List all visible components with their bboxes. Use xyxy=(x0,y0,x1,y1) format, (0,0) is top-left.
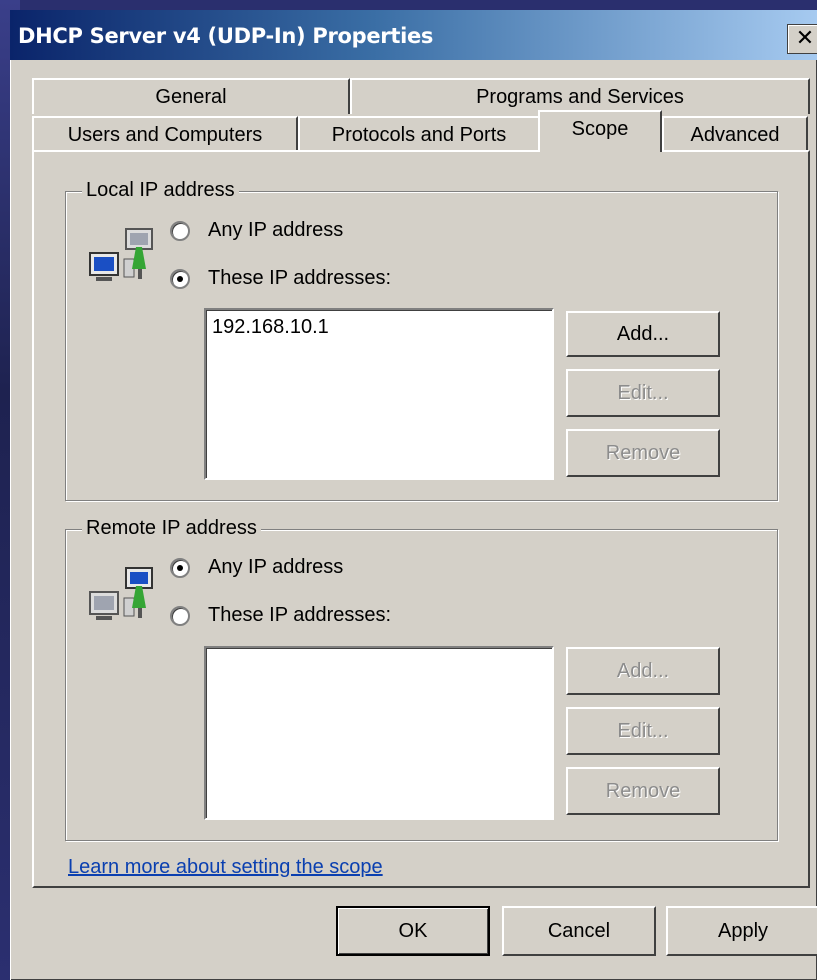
button-label: Edit... xyxy=(617,381,669,404)
button-label: Remove xyxy=(605,441,681,464)
local-add-button[interactable]: Add... xyxy=(566,311,720,357)
remote-ip-list[interactable] xyxy=(204,646,554,820)
tab-advanced[interactable]: Advanced xyxy=(662,116,808,152)
local-edit-button[interactable]: Edit... xyxy=(566,369,720,417)
button-label: Add... xyxy=(616,322,670,345)
remote-remove-button[interactable]: Remove xyxy=(566,767,720,815)
list-item[interactable]: 192.168.10.1 xyxy=(206,310,552,339)
tab-general[interactable]: General xyxy=(32,78,350,114)
window-title: DHCP Server v4 (UDP-In) Properties xyxy=(18,24,434,48)
tab-programs-and-services[interactable]: Programs and Services xyxy=(350,78,810,114)
close-button[interactable]: ✕ xyxy=(787,24,817,54)
tab-label: Protocols and Ports xyxy=(331,123,507,146)
radio-button[interactable] xyxy=(170,268,190,289)
tab-label: Advanced xyxy=(690,123,780,146)
radio-button[interactable] xyxy=(170,220,190,241)
network-computers-icon xyxy=(89,567,153,620)
radio-label: Any IP address xyxy=(208,556,344,578)
local-any-ip-radio[interactable]: Any IP address xyxy=(170,219,343,242)
remote-any-ip-radio[interactable]: Any IP address xyxy=(170,556,343,579)
tab-protocols-and-ports[interactable]: Protocols and Ports xyxy=(298,116,540,152)
remote-add-button[interactable]: Add... xyxy=(566,647,720,695)
apply-button[interactable]: Apply xyxy=(666,906,817,956)
title-bar[interactable]: DHCP Server v4 (UDP-In) Properties ✕ xyxy=(10,10,817,60)
tab-users-and-computers[interactable]: Users and Computers xyxy=(32,116,298,152)
radio-button[interactable] xyxy=(170,557,190,578)
tab-scope[interactable]: Scope xyxy=(538,110,662,152)
tab-label: Programs and Services xyxy=(476,85,684,108)
button-label: Apply xyxy=(717,919,769,942)
tab-label: Scope xyxy=(571,118,629,140)
button-label: OK xyxy=(398,919,428,942)
button-label: Cancel xyxy=(547,919,611,942)
button-label: Add... xyxy=(616,659,670,682)
network-computers-icon xyxy=(89,228,153,281)
local-ip-list[interactable]: 192.168.10.1 xyxy=(204,308,554,480)
remote-ip-legend: Remote IP address xyxy=(82,517,261,540)
properties-dialog: DHCP Server v4 (UDP-In) Properties ✕ Gen… xyxy=(10,10,817,980)
button-label: Remove xyxy=(605,779,681,802)
cancel-button[interactable]: Cancel xyxy=(502,906,656,956)
radio-label: Any IP address xyxy=(208,219,344,241)
remote-these-ip-radio[interactable]: These IP addresses: xyxy=(170,604,391,627)
local-these-ip-radio[interactable]: These IP addresses: xyxy=(170,267,391,290)
learn-more-link[interactable]: Learn more about setting the scope xyxy=(68,856,383,879)
ok-button[interactable]: OK xyxy=(336,906,490,956)
radio-label: These IP addresses: xyxy=(208,267,392,289)
close-icon: ✕ xyxy=(795,26,815,51)
remote-edit-button[interactable]: Edit... xyxy=(566,707,720,755)
radio-button[interactable] xyxy=(170,605,190,626)
local-remove-button[interactable]: Remove xyxy=(566,429,720,477)
tab-label: General xyxy=(155,85,227,108)
tab-label: Users and Computers xyxy=(67,123,263,146)
radio-label: These IP addresses: xyxy=(208,604,392,626)
button-label: Edit... xyxy=(617,719,669,742)
local-ip-legend: Local IP address xyxy=(82,179,239,202)
